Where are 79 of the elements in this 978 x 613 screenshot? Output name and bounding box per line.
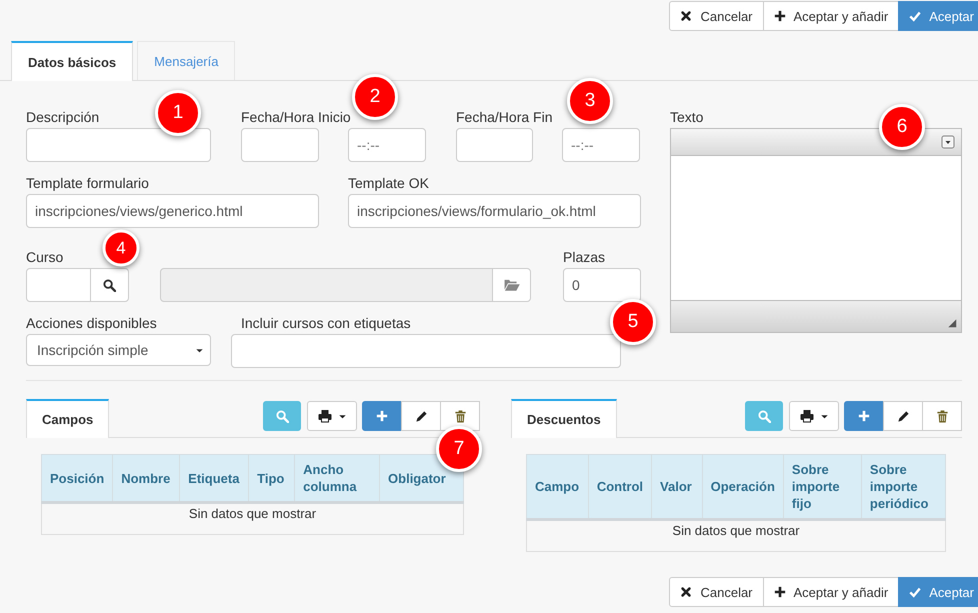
date-field[interactable]: [456, 128, 533, 162]
accept-button[interactable]: Aceptar: [898, 1, 978, 31]
column-header: Campo: [526, 454, 588, 520]
print-button[interactable]: [307, 401, 357, 431]
trash-icon: [454, 410, 466, 422]
field-label: Fecha/Hora Inicio: [241, 108, 351, 126]
search-icon: [103, 278, 116, 292]
field-label: Texto: [670, 108, 704, 126]
printer-icon: [318, 409, 332, 423]
empty-message: Sin datos que mostrar: [42, 502, 464, 534]
folder-icon: [504, 277, 520, 293]
trash-icon: [936, 410, 948, 422]
delete-button[interactable]: [440, 401, 480, 431]
add-button[interactable]: [362, 401, 402, 431]
number-marker: 6: [879, 104, 925, 150]
number-marker: 4: [102, 230, 140, 266]
column-header: Tipo: [248, 454, 295, 502]
accept-button[interactable]: Aceptar: [898, 577, 978, 607]
print-button[interactable]: [789, 401, 839, 431]
plus-icon: [858, 410, 870, 422]
plus-icon: [774, 586, 786, 598]
field-label: Template OK: [348, 174, 429, 192]
field-label: Acciones disponibles: [26, 314, 157, 332]
check-icon: [909, 586, 922, 598]
column-header: Valor: [652, 454, 702, 520]
number-marker: 3: [567, 78, 613, 124]
add-button[interactable]: [844, 401, 884, 431]
actions-select[interactable]: Inscripción simple: [26, 334, 211, 366]
field-label: Plazas: [563, 248, 606, 266]
dropdown-icon: [941, 135, 955, 149]
text-field[interactable]: inscripciones/views/formulario_ok.html: [348, 194, 641, 228]
column-header: Sobre importe fijo: [783, 454, 862, 520]
date-field[interactable]: [241, 128, 319, 162]
accept-and-add-button[interactable]: Aceptar y añadir: [762, 577, 900, 607]
field-label: Curso: [26, 248, 64, 266]
search-button[interactable]: [90, 268, 129, 302]
column-header: Operación: [702, 454, 784, 520]
browse-button[interactable]: [492, 268, 531, 302]
column-header: Control: [588, 454, 652, 520]
cancel-button[interactable]: Cancelar: [669, 577, 764, 607]
resize-grip-icon: [946, 317, 957, 328]
number-marker: 2: [352, 74, 398, 120]
field-label: Descripción: [26, 108, 100, 126]
field-label: Template formulario: [26, 174, 149, 192]
edit-button[interactable]: [401, 401, 441, 431]
field-label: Incluir cursos con etiquetas: [241, 314, 411, 332]
column-header: Sobre importe periódico: [861, 454, 946, 520]
course-field[interactable]: [26, 268, 91, 302]
printer-icon: [800, 409, 814, 423]
pencil-icon: [414, 410, 428, 422]
close-icon: [680, 586, 692, 598]
pencil-icon: [896, 410, 910, 422]
column-header: Posición: [42, 454, 113, 502]
text-field[interactable]: [26, 128, 211, 162]
plus-icon: [774, 10, 786, 22]
tab[interactable]: Datos básicos: [11, 41, 134, 81]
search-icon: [276, 410, 288, 422]
column-header: Etiqueta: [180, 454, 249, 502]
time-field[interactable]: --:--: [348, 128, 426, 162]
empty-message: Sin datos que mostrar: [526, 520, 946, 552]
field-label: Fecha/Hora Fin: [456, 108, 552, 126]
plus-icon: [376, 410, 388, 422]
panel-tab[interactable]: Campos: [26, 399, 110, 438]
time-field[interactable]: --:--: [562, 128, 640, 162]
number-field[interactable]: 0: [563, 268, 641, 302]
check-icon: [909, 10, 922, 22]
accept-and-add-button[interactable]: Aceptar y añadir: [762, 1, 900, 31]
edit-button[interactable]: [883, 401, 923, 431]
column-header: Ancho columna: [294, 454, 380, 502]
number-marker: 1: [155, 90, 201, 136]
text-field[interactable]: inscripciones/views/generico.html: [26, 194, 319, 228]
search-icon: [758, 410, 770, 422]
delete-button[interactable]: [922, 401, 962, 431]
column-header: Nombre: [112, 454, 180, 502]
panel-tab[interactable]: Descuentos: [511, 399, 617, 438]
number-marker: 5: [610, 299, 656, 345]
cancel-button[interactable]: Cancelar: [669, 1, 764, 31]
tags-field[interactable]: [231, 334, 621, 368]
close-icon: [680, 10, 692, 22]
